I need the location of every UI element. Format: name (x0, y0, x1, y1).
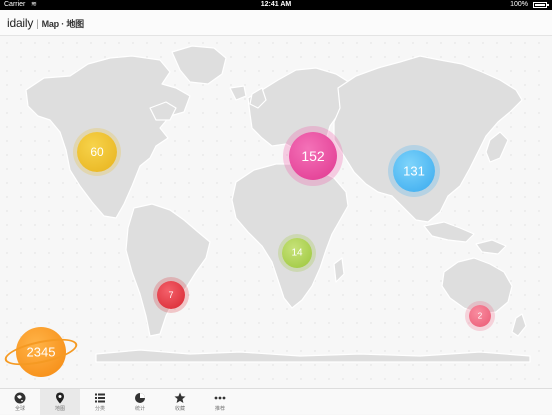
region-bubble-south-america[interactable]: 7 (157, 281, 185, 309)
region-count: 7 (168, 290, 174, 300)
region-count: 60 (90, 145, 104, 159)
app-header: idaily | Map · 地图 (0, 10, 552, 36)
status-bar: Carrier ≋ 12:41 AM 100% (0, 0, 552, 10)
battery-icon (533, 2, 549, 8)
island-southeast-asia (423, 221, 475, 243)
island-new-guinea (475, 239, 507, 255)
tab-label: 收藏 (174, 406, 185, 412)
region-bubble-oceania[interactable]: 2 (469, 305, 491, 327)
region-count: 131 (403, 163, 425, 179)
island-iceland (229, 85, 247, 101)
tab-label: 推荐 (214, 406, 225, 412)
region-bubble-africa[interactable]: 14 (282, 238, 312, 268)
tab-global[interactable]: 全球 (0, 389, 40, 415)
tab-stats[interactable]: 统计 (120, 389, 160, 415)
region-count: 14 (291, 247, 303, 259)
list-icon (95, 393, 105, 403)
region-bubble-north-america[interactable]: 60 (77, 132, 117, 172)
status-time: 12:41 AM (260, 1, 292, 8)
continent-south-america (125, 203, 211, 337)
brand-logo: idaily (7, 16, 34, 30)
star-icon (174, 392, 186, 403)
tab-category[interactable]: 分类 (80, 389, 120, 415)
region-bubble-europe[interactable]: 152 (289, 132, 337, 180)
tab-bar: 全球 地图 分类 统计 收藏 推荐 (0, 388, 552, 415)
tab-label: 全球 (14, 406, 25, 412)
pie-chart-icon (135, 393, 145, 403)
island-new-zealand (511, 313, 527, 337)
header-title: idaily | Map · 地图 (7, 16, 84, 30)
island-madagascar (333, 257, 345, 283)
tab-recommend[interactable]: 推荐 (200, 389, 240, 415)
map-pin-icon (56, 392, 64, 404)
tab-label: 统计 (134, 406, 145, 412)
region-count: 152 (301, 148, 325, 164)
island-japan (485, 131, 509, 163)
more-icon (214, 396, 226, 400)
region-count: 2 (477, 311, 483, 321)
globe-icon (14, 392, 26, 404)
battery-percent: 100% (510, 1, 528, 8)
tab-favorites[interactable]: 收藏 (160, 389, 200, 415)
continent-antarctica (95, 349, 531, 363)
world-map[interactable]: 60 152 131 14 7 2 (0, 36, 552, 388)
continent-africa (231, 163, 349, 309)
tab-label: 分类 (94, 406, 105, 412)
region-bubble-asia[interactable]: 131 (393, 150, 435, 192)
continent-greenland (171, 45, 227, 85)
page-title: Map · 地图 (41, 19, 85, 29)
tab-map[interactable]: 地图 (40, 389, 80, 415)
tab-label: 地图 (54, 406, 65, 412)
world-map-shapes (25, 45, 531, 363)
